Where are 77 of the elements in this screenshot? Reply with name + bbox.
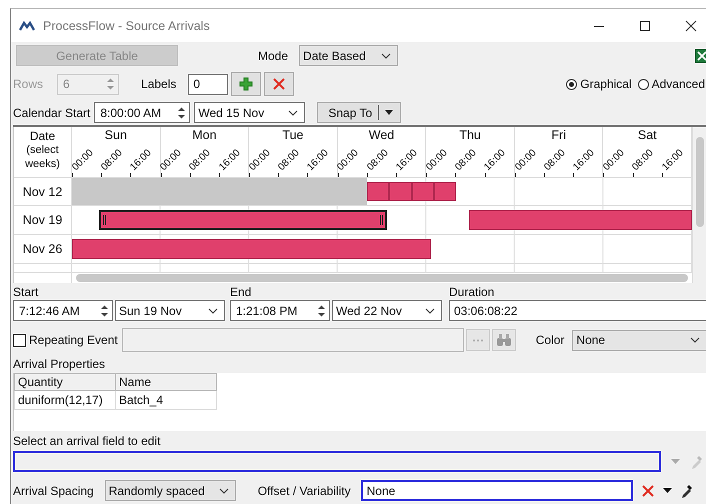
end-label: End (230, 285, 252, 299)
day-header: Wed (368, 128, 394, 142)
repeating-event-checkbox[interactable]: Repeating Event (13, 333, 118, 347)
arrival-event-bar[interactable] (469, 210, 692, 230)
spreadsheet-icon[interactable] (695, 48, 706, 62)
clear-icon[interactable] (640, 484, 655, 498)
arrival-spacing-label: Arrival Spacing (13, 484, 94, 498)
arrival-event-bar[interactable] (389, 182, 412, 202)
delete-button[interactable] (264, 72, 294, 96)
table-cell: duniform(12,17) (14, 390, 116, 410)
week-label[interactable]: Nov 19 (14, 206, 72, 234)
arrival-event-bar[interactable] (72, 239, 432, 260)
column-subheader: (select weeks) (24, 143, 61, 171)
window-title: ProcessFlow - Source Arrivals (43, 18, 210, 32)
field-editor-input[interactable] (13, 451, 661, 472)
column-header: Quantity (14, 374, 116, 390)
chevron-down-icon (288, 110, 298, 116)
day-header: Tue (282, 128, 304, 142)
duration-label: Duration (449, 285, 496, 299)
arrival-event-bar[interactable] (412, 182, 434, 202)
app-logo-icon (19, 20, 35, 30)
duration-field[interactable]: 03:06:08:22 (449, 300, 706, 321)
close-icon (272, 77, 286, 91)
color-label: Color (536, 333, 564, 347)
chevron-down-icon (690, 337, 700, 343)
day-header: Fri (551, 128, 566, 142)
spin-arrows-icon (106, 77, 116, 91)
labels-field[interactable]: 0 (188, 74, 228, 94)
start-label: Start (13, 285, 40, 299)
day-header: Thu (459, 128, 481, 142)
add-button[interactable] (231, 72, 262, 96)
column-header: Name (116, 374, 216, 390)
ellipsis-icon (472, 338, 484, 342)
dropdown-arrow-icon[interactable] (662, 488, 672, 493)
arrival-event-bar[interactable] (367, 182, 390, 202)
chevron-down-icon (425, 308, 435, 314)
eyedropper-icon[interactable] (680, 482, 694, 498)
view-radio[interactable]: Graphical (566, 77, 632, 91)
offset-variability-label: Offset / Variability (258, 484, 351, 498)
horizontal-scrollbar[interactable] (76, 274, 688, 282)
mode-label: Mode (258, 48, 288, 62)
plus-icon (239, 77, 254, 91)
time-field[interactable]: 8:00:00 AM (94, 102, 190, 123)
time-field[interactable]: 1:21:08 PM (230, 300, 330, 321)
field-editor-label: Select an arrival field to edit (13, 434, 162, 448)
binoculars-icon (496, 333, 512, 347)
caret-icon (385, 110, 394, 115)
day-header: Mon (192, 128, 217, 142)
section-title: Arrival Properties (13, 357, 106, 371)
date-dropdown[interactable]: Sun 19 Nov (115, 300, 225, 321)
arrival-spacing-dropdown[interactable]: Randomly spaced (104, 480, 236, 501)
column-header: Date (30, 129, 56, 143)
arrival-event-bar[interactable] (434, 182, 456, 202)
arrival-event-bar[interactable] (98, 210, 387, 230)
date-dropdown[interactable]: Wed 22 Nov (332, 300, 442, 321)
time-field[interactable]: 7:12:46 AM (13, 300, 113, 321)
spin-arrows-icon (100, 304, 109, 318)
chevron-down-icon (218, 488, 229, 494)
day-header: Sun (104, 128, 127, 142)
maximize-icon[interactable] (639, 20, 651, 32)
close-icon[interactable] (685, 20, 697, 32)
date-dropdown[interactable]: Wed 15 Nov (194, 102, 306, 123)
vertical-scrollbar[interactable] (692, 127, 706, 283)
rows-label: Rows (13, 77, 44, 91)
snap-to-button[interactable]: Snap To (317, 102, 402, 123)
color-dropdown[interactable]: None (572, 330, 706, 350)
mode-dropdown[interactable]: Date Based (299, 45, 398, 66)
table-cell: Batch_4 (116, 390, 216, 410)
labels-label: Labels (141, 77, 176, 91)
view-radio[interactable]: Advanced (638, 77, 705, 91)
spin-arrows-icon (177, 106, 186, 120)
calendar-start-label: Calendar Start (13, 106, 90, 120)
chevron-down-icon (208, 308, 218, 314)
offset-field[interactable]: None (360, 480, 633, 501)
spin-arrows-icon (317, 304, 326, 318)
day-header: Sat (638, 128, 657, 142)
chevron-down-icon (381, 52, 392, 58)
